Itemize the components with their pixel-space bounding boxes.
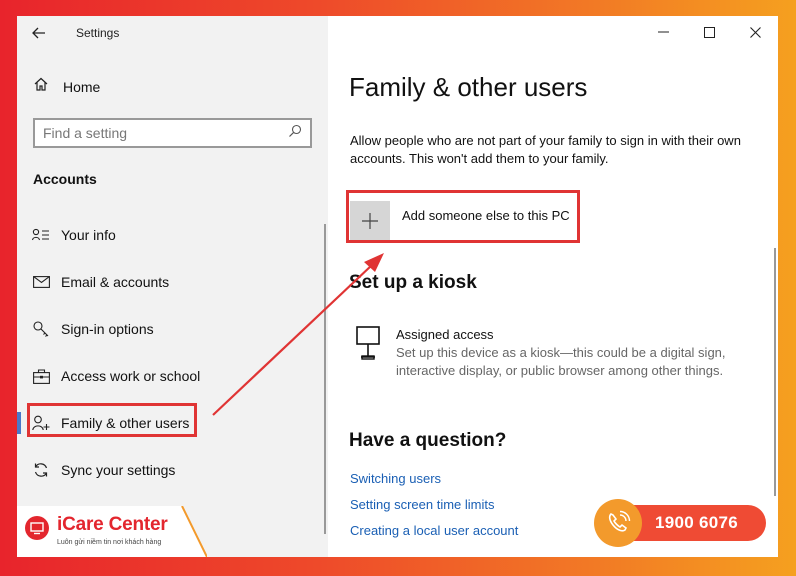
assigned-access-name: Assigned access [396, 327, 494, 342]
hotline-badge[interactable]: 1900 6076 [594, 499, 766, 547]
icare-logo-icon [25, 516, 49, 540]
sidebar-item-family-other-users[interactable]: Family & other users [17, 405, 328, 441]
window-controls [640, 16, 778, 48]
title-bar: Settings [31, 22, 119, 44]
search-box [33, 118, 312, 148]
key-icon [32, 320, 50, 338]
content-pane: Family & other users Allow people who ar… [328, 16, 778, 557]
briefcase-icon [32, 367, 50, 385]
link-screen-time-limits[interactable]: Setting screen time limits [350, 497, 495, 512]
sidebar-item-email-accounts[interactable]: Email & accounts [17, 264, 328, 300]
search-input[interactable] [43, 125, 288, 141]
question-section-title: Have a question? [349, 430, 507, 451]
page-description: Allow people who are not part of your fa… [350, 133, 741, 166]
back-arrow-icon[interactable] [31, 25, 47, 41]
sidebar-item-label: Access work or school [61, 368, 201, 384]
settings-window: Settings Home Accounts Your info E [17, 16, 778, 557]
sidebar-item-sign-in-options[interactable]: Sign-in options [17, 311, 328, 347]
home-label: Home [63, 78, 101, 95]
sync-icon [32, 461, 50, 479]
link-switching-users[interactable]: Switching users [350, 471, 441, 486]
assigned-access-item[interactable]: Assigned access Set up this device as a … [356, 326, 756, 380]
sidebar-item-your-info[interactable]: Your info [17, 217, 328, 253]
link-local-user-account[interactable]: Creating a local user account [350, 523, 518, 538]
sidebar-item-home[interactable]: Home [33, 76, 100, 97]
add-someone-label: Add someone else to this PC [402, 207, 570, 223]
sidebar-item-label: Sign-in options [61, 321, 154, 337]
person-add-icon [32, 414, 50, 432]
home-icon [33, 76, 49, 97]
content-scrollbar[interactable] [774, 248, 776, 496]
section-title: Accounts [33, 171, 97, 187]
sidebar-item-access-work-school[interactable]: Access work or school [17, 358, 328, 394]
hotline-number: 1900 6076 [655, 513, 739, 532]
sidebar-item-sync-settings[interactable]: Sync your settings [17, 452, 328, 488]
logo-slogan: Luôn gửi niềm tin nơi khách hàng [57, 539, 162, 546]
close-button[interactable] [732, 16, 778, 48]
phone-icon [594, 499, 642, 547]
sidebar-item-label: Your info [61, 227, 116, 243]
kiosk-icon [356, 326, 380, 362]
sidebar-scrollbar[interactable] [324, 224, 326, 534]
search-icon[interactable] [288, 124, 302, 143]
logo-name: iCare Center [57, 514, 168, 535]
mail-icon [32, 273, 50, 291]
minimize-button[interactable] [640, 16, 686, 48]
sidebar-item-label: Email & accounts [61, 274, 170, 290]
add-someone-button[interactable]: Add someone else to this PC [350, 201, 570, 241]
plus-icon [350, 201, 390, 241]
sidebar: Settings Home Accounts Your info E [17, 16, 328, 557]
sidebar-item-label: Family & other users [61, 415, 190, 431]
person-list-icon [32, 226, 50, 244]
assigned-access-description: Set up this device as a kiosk—this could… [396, 345, 726, 378]
brand-logo: iCare Center Luôn gửi niềm tin nơi khách… [17, 506, 207, 557]
kiosk-section-title: Set up a kiosk [349, 272, 477, 293]
app-title: Settings [76, 26, 120, 40]
page-title: Family & other users [349, 72, 588, 102]
assigned-access-text: Assigned access Set up this device as a … [396, 326, 756, 380]
sidebar-item-label: Sync your settings [61, 462, 176, 478]
maximize-button[interactable] [686, 16, 732, 48]
